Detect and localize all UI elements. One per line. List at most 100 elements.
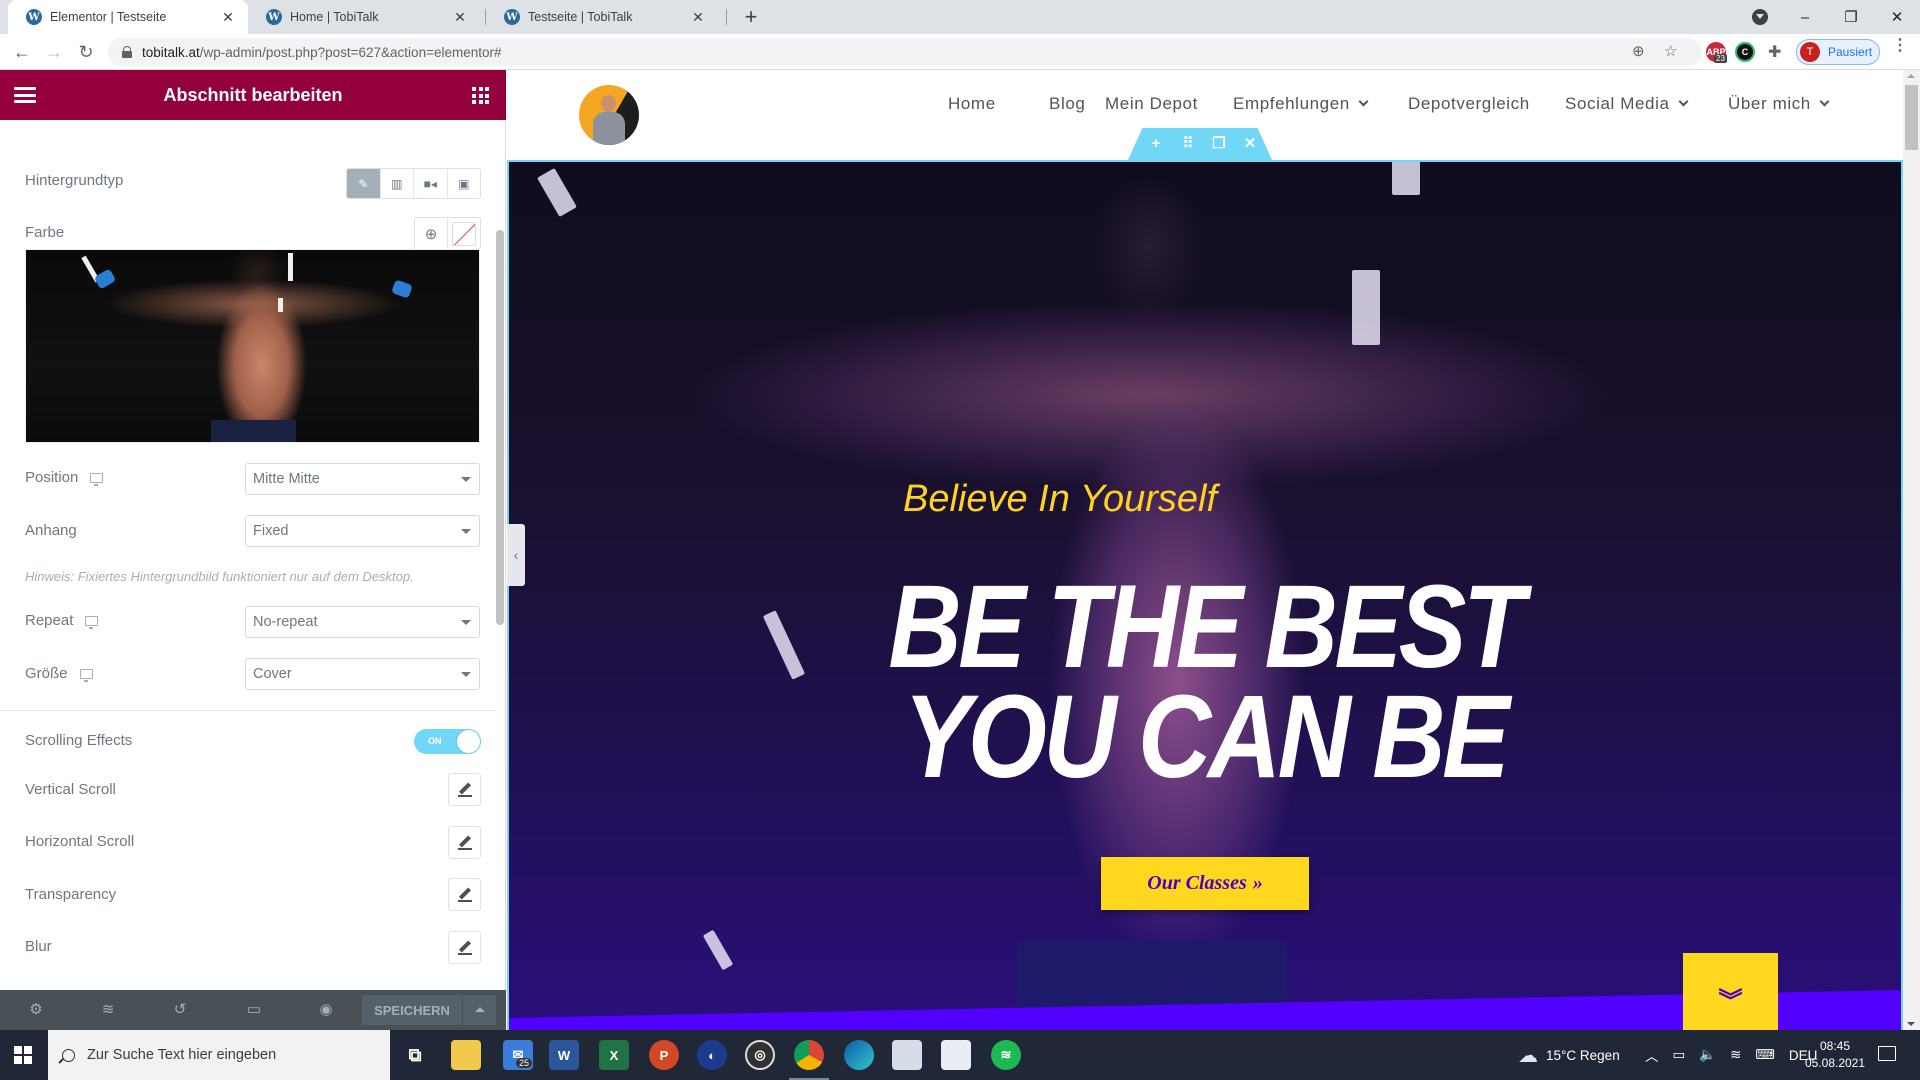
global-colors-icon[interactable]: ⊕: [415, 218, 448, 249]
site-logo[interactable]: [579, 85, 639, 145]
scrolling-effects-toggle[interactable]: ON: [414, 729, 481, 754]
address-bar[interactable]: tobitalk.at/wp-admin/post.php?post=627&a…: [108, 38, 1702, 66]
powerpoint-icon[interactable]: P: [649, 1040, 679, 1070]
vertical-scroll-edit-button[interactable]: [448, 773, 481, 806]
nav-label: Depotvergleich: [1408, 94, 1530, 113]
collapse-panel-button[interactable]: ‹: [507, 524, 525, 586]
wordpress-icon: W: [504, 9, 520, 25]
close-window-button[interactable]: ✕: [1874, 8, 1920, 26]
delete-section-icon[interactable]: ✕: [1240, 134, 1260, 154]
nav-item-mein-depot[interactable]: Mein Depot: [1105, 94, 1198, 114]
duplicate-section-icon[interactable]: ❐: [1209, 134, 1229, 154]
obs-icon[interactable]: ◎: [745, 1040, 775, 1070]
add-section-icon[interactable]: +: [1146, 134, 1166, 154]
tab-home-tobitalk[interactable]: W Home | TobiTalk ✕: [248, 0, 480, 34]
app-icon[interactable]: ◐: [697, 1040, 727, 1070]
panel-footer: ⚙ ≋ ↺ ▭ ◉ SPEICHERN: [0, 990, 506, 1030]
word-icon[interactable]: W: [549, 1040, 579, 1070]
grammarly-extension-icon[interactable]: C: [1735, 42, 1755, 62]
volume-icon[interactable]: 🔈: [1699, 1047, 1716, 1063]
scroll-down-button[interactable]: ︾: [1683, 953, 1778, 1030]
extensions-puzzle-icon[interactable]: ✚: [1768, 42, 1781, 62]
drag-section-icon[interactable]: ⠿: [1178, 134, 1198, 154]
reload-button[interactable]: ↻: [74, 40, 98, 64]
color-picker[interactable]: [448, 218, 480, 249]
nav-item-depotvergleich[interactable]: Depotvergleich: [1408, 94, 1530, 114]
our-classes-button[interactable]: Our Classes »: [1101, 857, 1309, 910]
scroll-up-arrow[interactable]: [1907, 74, 1915, 78]
preview-eye-icon[interactable]: ◉: [316, 1001, 336, 1019]
file-explorer-icon[interactable]: [451, 1040, 481, 1070]
history-icon[interactable]: ↺: [170, 1001, 190, 1019]
minimize-button[interactable]: –: [1782, 9, 1828, 26]
edge-icon[interactable]: [844, 1040, 874, 1070]
nav-item-home[interactable]: Home: [948, 94, 996, 114]
horizontal-scroll-edit-button[interactable]: [448, 826, 481, 859]
tab-testseite-tobitalk[interactable]: W Testseite | TobiTalk ✕: [486, 0, 718, 34]
size-select[interactable]: Cover: [245, 658, 480, 690]
desktop-responsive-icon[interactable]: [79, 668, 93, 682]
nav-item-social-media[interactable]: Social Media: [1565, 94, 1688, 114]
keyboard-icon[interactable]: ⌨: [1755, 1047, 1775, 1063]
scrollbar-thumb[interactable]: [1905, 85, 1918, 150]
position-select[interactable]: Mitte Mitte: [245, 463, 480, 495]
close-tab-icon[interactable]: ✕: [452, 9, 468, 26]
toggle-on-label: ON: [428, 736, 442, 746]
taskbar-search[interactable]: Zur Suche Text hier eingeben: [48, 1030, 390, 1080]
save-options-button[interactable]: [463, 995, 496, 1025]
notepad-icon[interactable]: [941, 1040, 971, 1070]
blur-label: Blur: [25, 938, 52, 955]
clock[interactable]: 08:45 05.08.2021: [1800, 1038, 1870, 1072]
blur-edit-button[interactable]: [448, 931, 481, 964]
settings-icon[interactable]: ⚙: [26, 1001, 46, 1019]
caret-down-icon: [461, 477, 471, 482]
back-button[interactable]: ←: [10, 40, 34, 64]
chrome-icon[interactable]: [794, 1040, 824, 1070]
layers-icon[interactable]: ≋: [98, 1001, 118, 1019]
nav-label: Mein Depot: [1105, 94, 1198, 113]
nav-item-empfehlungen[interactable]: Empfehlungen: [1233, 94, 1369, 114]
spotify-icon[interactable]: ≋: [991, 1040, 1021, 1070]
background-image-preview[interactable]: [25, 249, 480, 443]
attachment-select[interactable]: Fixed: [245, 515, 480, 547]
restore-button[interactable]: ❐: [1828, 8, 1874, 26]
windows-start-icon[interactable]: [14, 1046, 32, 1064]
desktop-responsive-icon[interactable]: [90, 472, 104, 486]
show-hidden-icons-icon[interactable]: ︿: [1645, 1045, 1659, 1065]
nav-item-ueber-mich[interactable]: Über mich: [1728, 94, 1830, 114]
close-tab-icon[interactable]: ✕: [690, 9, 706, 26]
wifi-icon[interactable]: ≋: [1730, 1047, 1741, 1063]
save-button[interactable]: SPEICHERN: [362, 995, 462, 1025]
new-tab-button[interactable]: +: [738, 4, 764, 30]
browser-menu-icon[interactable]: ⋮: [1892, 38, 1908, 54]
repeat-select[interactable]: No-repeat: [245, 606, 480, 638]
forward-button[interactable]: →: [42, 40, 66, 64]
gradient-icon[interactable]: ▥: [381, 169, 414, 198]
video-camera-icon[interactable]: ■◂: [414, 169, 448, 198]
widgets-grid-icon[interactable]: [472, 87, 489, 104]
responsive-icon[interactable]: ▭: [244, 1001, 264, 1019]
panel-scrollbar[interactable]: [496, 230, 504, 625]
camera-icon[interactable]: ▭: [1673, 1047, 1686, 1063]
scroll-down-arrow[interactable]: [1907, 1022, 1915, 1026]
app-icon[interactable]: [892, 1040, 922, 1070]
preview-scrollbar[interactable]: [1903, 70, 1920, 1030]
transparency-edit-button[interactable]: [448, 878, 481, 911]
brush-icon[interactable]: ✎: [347, 169, 381, 198]
tab-elementor-testseite[interactable]: W Elementor | Testseite ✕: [8, 0, 248, 34]
close-tab-icon[interactable]: ✕: [220, 9, 236, 26]
notification-center-icon[interactable]: [1878, 1046, 1896, 1061]
weather-widget[interactable]: ☁ 15°C Regen: [1518, 1030, 1620, 1080]
profile-status: Pausiert: [1828, 45, 1873, 59]
nav-item-blog[interactable]: Blog: [1049, 94, 1085, 114]
profile-button[interactable]: T Pausiert: [1796, 39, 1880, 65]
slideshow-icon[interactable]: ▣: [448, 169, 481, 198]
excel-icon[interactable]: X: [599, 1040, 629, 1070]
tab-search-icon[interactable]: [1752, 9, 1768, 25]
gym-light: [1352, 270, 1380, 345]
bookmark-star-icon[interactable]: ☆: [1664, 42, 1677, 60]
desktop-responsive-icon[interactable]: [85, 615, 99, 629]
hamburger-menu-icon[interactable]: [14, 87, 36, 103]
zoom-icon[interactable]: ⊕: [1632, 42, 1645, 60]
task-view-icon[interactable]: ⧉: [400, 1040, 430, 1070]
